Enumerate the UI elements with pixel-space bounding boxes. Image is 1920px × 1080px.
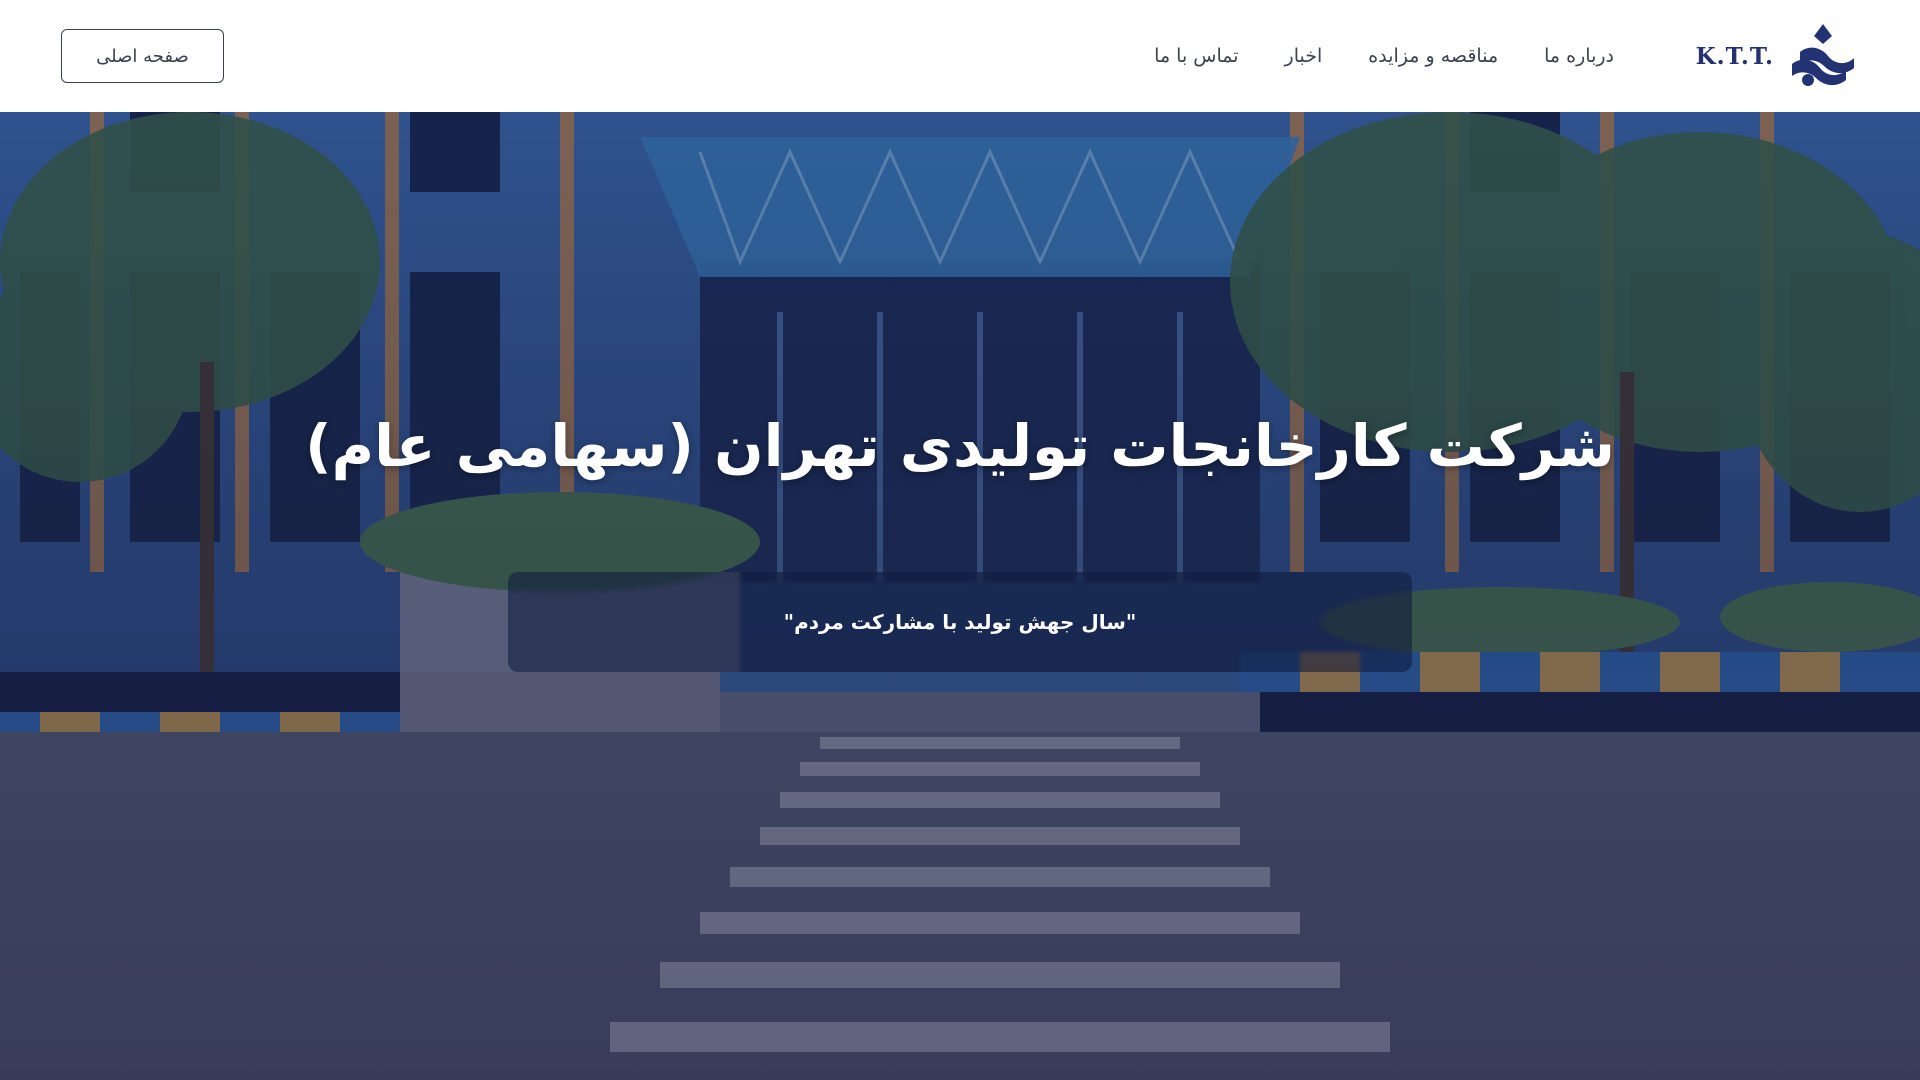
- nav-item-about[interactable]: درباره ما: [1544, 45, 1614, 67]
- main-nav: درباره ما مناقصه و مزایده اخبار تماس با …: [1154, 0, 1614, 112]
- nav-item-news[interactable]: اخبار: [1285, 45, 1323, 67]
- home-button[interactable]: صفحه اصلی: [61, 29, 224, 83]
- site-header: K.T.T. درباره ما مناقصه و مزایده اخبار ت…: [0, 0, 1920, 112]
- motto-banner: "سال جهش تولید با مشارکت مردم": [508, 572, 1412, 672]
- hero-section: شرکت کارخانجات تولیدی تهران (سهامی عام) …: [0, 112, 1920, 1080]
- hero-title: شرکت کارخانجات تولیدی تهران (سهامی عام): [305, 412, 1615, 480]
- logo-text: K.T.T.: [1695, 42, 1774, 70]
- nav-item-contact[interactable]: تماس با ما: [1154, 45, 1238, 67]
- motto-text: "سال جهش تولید با مشارکت مردم": [783, 610, 1137, 634]
- logo[interactable]: K.T.T.: [1686, 22, 1858, 90]
- nav-item-tenders[interactable]: مناقصه و مزایده: [1368, 45, 1498, 67]
- logo-mark-icon: [1792, 24, 1854, 86]
